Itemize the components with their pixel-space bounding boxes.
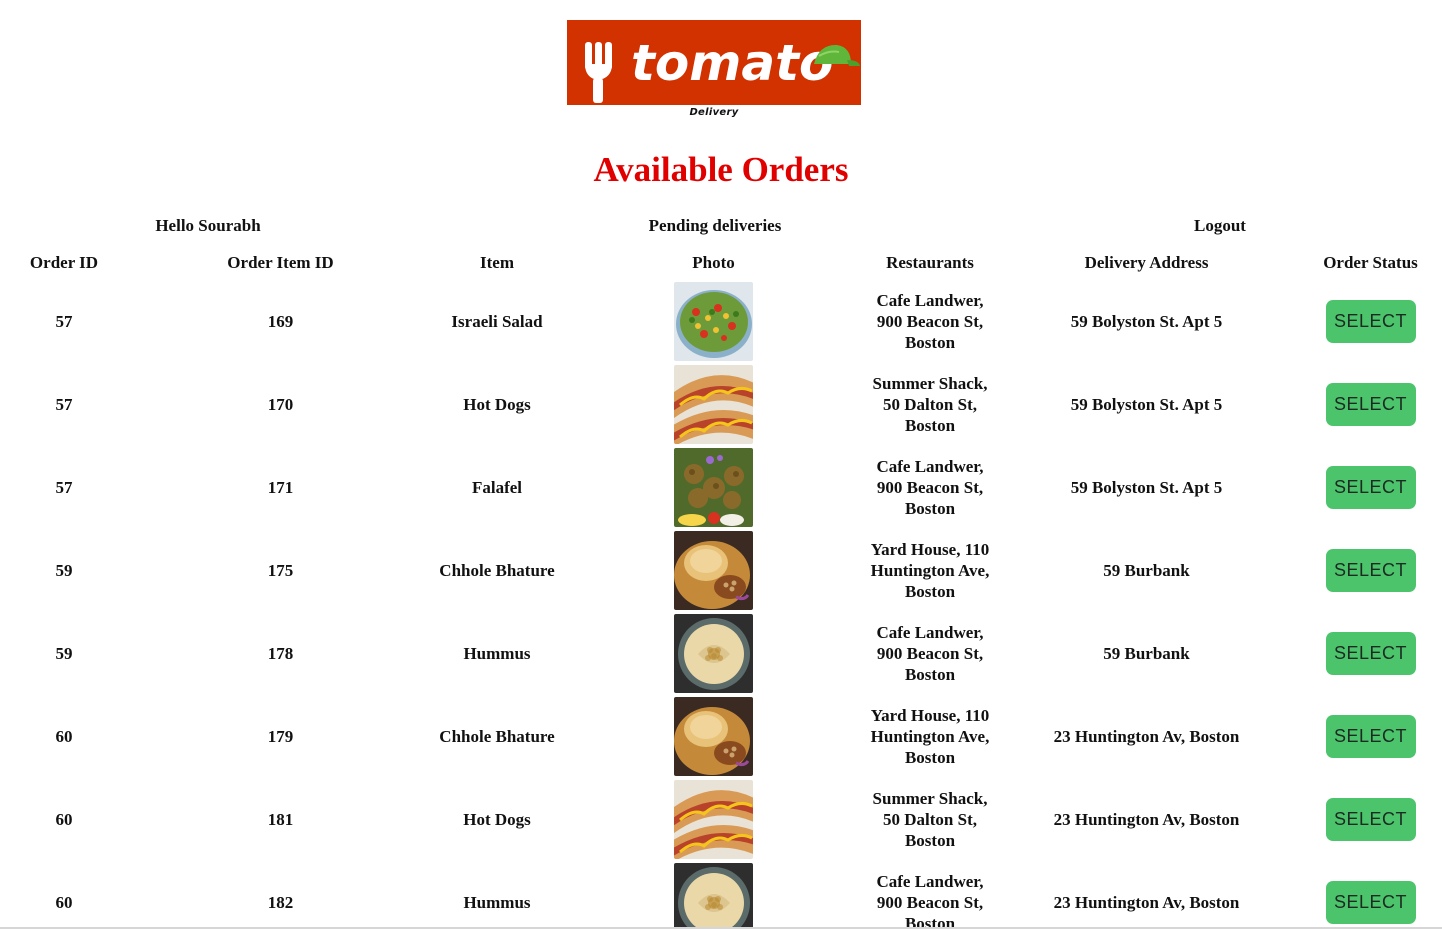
order-status-cell: SELECT	[1299, 778, 1442, 861]
order-id-cell: 57	[55, 312, 73, 331]
delivery-address-cell: 23 Huntington Av, Boston	[1053, 810, 1240, 829]
order-item-id-cell: 179	[267, 727, 294, 746]
photo-cell	[561, 778, 866, 861]
item-name-cell: Hummus	[463, 893, 531, 912]
table-row: 57 171 Falafel Cafe Landwer, 900 Beacon St…	[0, 446, 1442, 529]
order-item-id-cell: 170	[267, 395, 294, 414]
restaurant-cell: Cafe Landwer, 900 Beacon St, Boston	[876, 623, 984, 684]
item-name-cell: Falafel	[471, 478, 523, 497]
photo-cell	[561, 529, 866, 612]
table-row: 60 181 Hot Dogs Summer Shack, 50 Dalton St…	[0, 778, 1442, 861]
header-order-status: Order Status	[1323, 252, 1418, 272]
select-button[interactable]: SELECT	[1325, 881, 1416, 924]
order-status-cell: SELECT	[1299, 695, 1442, 778]
select-button[interactable]: SELECT	[1325, 383, 1416, 426]
restaurant-cell: Yard House, 110 Huntington Ave, Boston	[870, 540, 990, 601]
order-id-cell: 60	[55, 893, 73, 912]
item-name-cell: Hot Dogs	[463, 395, 531, 414]
restaurant-cell: Cafe Landwer, 900 Beacon St, Boston	[876, 291, 984, 352]
chhole-bhature-photo	[674, 697, 753, 776]
delivery-address-cell: 59 Burbank	[1103, 561, 1190, 580]
delivery-address-cell: 23 Huntington Av, Boston	[1053, 727, 1240, 746]
item-name-cell: Chhole Bhature	[439, 727, 555, 746]
select-button[interactable]: SELECT	[1325, 798, 1416, 841]
order-status-cell: SELECT	[1299, 612, 1442, 695]
order-id-cell: 57	[55, 478, 73, 497]
delivery-address-cell: 59 Bolyston St. Apt 5	[1070, 395, 1223, 414]
israeli-salad-photo	[674, 282, 753, 361]
pending-deliveries-link[interactable]: Pending deliveries	[600, 216, 830, 236]
delivery-address-cell: 59 Burbank	[1103, 644, 1190, 663]
table-row: 60 179 Chhole Bhature Yard House, 110 Hunt…	[0, 695, 1442, 778]
greeting-text: Hello Sourabh	[155, 216, 261, 235]
photo-cell	[561, 612, 866, 695]
restaurant-cell: Cafe Landwer, 900 Beacon St, Boston	[876, 872, 984, 929]
photo-cell	[561, 695, 866, 778]
hummus-photo	[674, 863, 753, 929]
select-button[interactable]: SELECT	[1325, 466, 1416, 509]
photo-cell	[561, 363, 866, 446]
falafel-photo	[674, 448, 753, 527]
delivery-address-cell: 59 Bolyston St. Apt 5	[1070, 312, 1223, 331]
select-button[interactable]: SELECT	[1325, 715, 1416, 758]
order-item-id-cell: 178	[267, 644, 294, 663]
fork-icon	[585, 42, 612, 103]
photo-cell	[561, 280, 866, 363]
svg-text:tomato: tomato	[631, 34, 833, 92]
header-photo: Photo	[692, 252, 735, 272]
hummus-photo	[674, 614, 753, 693]
select-button[interactable]: SELECT	[1325, 632, 1416, 675]
order-id-cell: 60	[55, 727, 73, 746]
header-delivery-address: Delivery Address	[1084, 252, 1209, 272]
order-status-cell: SELECT	[1299, 529, 1442, 612]
header-order-id: Order ID	[29, 252, 99, 272]
order-item-id-cell: 181	[267, 810, 294, 829]
header-item: Item	[480, 252, 514, 272]
hot-dogs-photo	[674, 780, 753, 859]
order-item-id-cell: 171	[267, 478, 294, 497]
photo-cell	[561, 446, 866, 529]
order-id-cell: 57	[55, 395, 73, 414]
order-id-cell: 59	[55, 561, 73, 580]
item-name-cell: Israeli Salad	[451, 312, 543, 331]
restaurant-cell: Summer Shack, 50 Dalton St, Boston	[872, 789, 988, 850]
table-header-row: Order ID Order Item ID Item Photo Restau…	[0, 245, 1442, 280]
item-name-cell: Hot Dogs	[463, 810, 531, 829]
header-order-item-id: Order Item ID	[227, 252, 334, 272]
restaurant-cell: Cafe Landwer, 900 Beacon St, Boston	[876, 457, 984, 518]
order-status-cell: SELECT	[1299, 280, 1442, 363]
table-row: 59 175 Chhole Bhature Yard House, 110 Hunt…	[0, 529, 1442, 612]
table-row: 57 170 Hot Dogs Summer Shack, 50 Dalton St…	[0, 363, 1442, 446]
table-row: 57 169 Israeli Salad Cafe Landwer, 900 Bea…	[0, 280, 1442, 363]
table-row: 60 182 Hummus Cafe Landwer, 900 Beacon St,…	[0, 861, 1442, 929]
hot-dogs-photo	[674, 365, 753, 444]
item-name-cell: Chhole Bhature	[439, 561, 555, 580]
chhole-bhature-photo	[674, 531, 753, 610]
order-id-cell: 59	[55, 644, 73, 663]
order-status-cell: SELECT	[1299, 363, 1442, 446]
delivery-address-cell: 59 Bolyston St. Apt 5	[1070, 478, 1223, 497]
order-id-cell: 60	[55, 810, 73, 829]
restaurant-cell: Summer Shack, 50 Dalton St, Boston	[872, 374, 988, 435]
logo-subtitle: Delivery	[689, 107, 739, 118]
page-title: Available Orders	[593, 150, 849, 189]
orders-table: Order ID Order Item ID Item Photo Restau…	[0, 245, 1442, 929]
table-row: 59 178 Hummus Cafe Landwer, 900 Beacon St,…	[0, 612, 1442, 695]
logo-banner: tomato	[567, 20, 861, 105]
logout-link[interactable]: Logout	[1160, 216, 1280, 236]
order-item-id-cell: 169	[267, 312, 294, 331]
order-item-id-cell: 182	[267, 893, 294, 912]
order-status-cell: SELECT	[1299, 861, 1442, 929]
photo-cell	[561, 861, 866, 929]
order-status-cell: SELECT	[1299, 446, 1442, 529]
item-name-cell: Hummus	[463, 644, 531, 663]
tomato-logo: tomato Delivery	[567, 20, 861, 120]
page: tomato Delivery Available Orders Hello S…	[0, 0, 1442, 929]
select-button[interactable]: SELECT	[1325, 300, 1416, 343]
order-item-id-cell: 175	[267, 561, 294, 580]
restaurant-cell: Yard House, 110 Huntington Ave, Boston	[870, 706, 990, 767]
header-restaurants: Restaurants	[886, 252, 974, 272]
delivery-address-cell: 23 Huntington Av, Boston	[1053, 893, 1240, 912]
select-button[interactable]: SELECT	[1325, 549, 1416, 592]
